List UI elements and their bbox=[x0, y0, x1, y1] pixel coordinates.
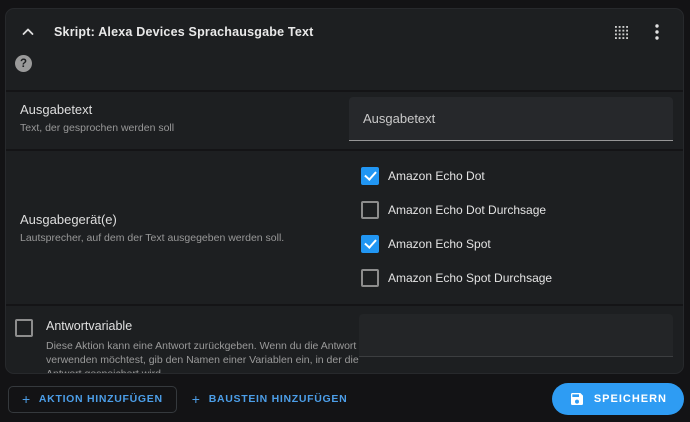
chevron-up-icon bbox=[21, 25, 35, 39]
save-floppy-icon bbox=[569, 391, 585, 407]
footer-actions: + AKTION HINZUFÜGEN + BAUSTEIN HINZUFÜGE… bbox=[8, 383, 684, 415]
ausgabegeraete-label: Ausgabegerät(e) bbox=[20, 212, 349, 227]
ausgabegeraete-labels: Ausgabegerät(e) Lautsprecher, auf dem de… bbox=[6, 151, 349, 304]
checkbox-label: Amazon Echo Spot bbox=[388, 237, 491, 251]
card-header: Skript: Alexa Devices Sprachausgabe Text bbox=[6, 9, 683, 45]
ausgabetext-field-wrap bbox=[349, 92, 673, 149]
antwortvariable-field-wrap bbox=[359, 306, 673, 373]
plus-icon: + bbox=[22, 391, 31, 407]
kebab-menu-icon bbox=[655, 24, 659, 40]
checkbox-label: Amazon Echo Spot Durchsage bbox=[388, 271, 552, 285]
checkbox-echo-spot-durchsage[interactable] bbox=[361, 269, 379, 287]
row-antwortvariable: Antwortvariable Diese Aktion kann eine A… bbox=[6, 304, 683, 373]
save-label: SPEICHERN bbox=[594, 393, 667, 405]
ausgabetext-label: Ausgabetext bbox=[20, 102, 349, 117]
ausgabetext-description: Text, der gesprochen werden soll bbox=[20, 122, 349, 134]
add-action-label: AKTION HINZUFÜGEN bbox=[39, 393, 163, 405]
collapse-button[interactable] bbox=[16, 20, 40, 44]
ausgabetext-input[interactable] bbox=[349, 97, 673, 140]
antwortvariable-description: Diese Aktion kann eine Antwort zurückgeb… bbox=[46, 339, 359, 374]
overflow-menu-button[interactable] bbox=[645, 20, 669, 44]
ausgabetext-textfield bbox=[349, 97, 673, 141]
row-ausgabegeraete: Ausgabegerät(e) Lautsprecher, auf dem de… bbox=[6, 149, 683, 304]
checkbox-label: Amazon Echo Dot bbox=[388, 169, 485, 183]
add-module-label: BAUSTEIN HINZUFÜGEN bbox=[209, 393, 348, 405]
device-option-echo-spot[interactable]: Amazon Echo Spot bbox=[361, 235, 673, 253]
drag-grid-icon bbox=[615, 26, 628, 39]
checkbox-echo-dot-durchsage[interactable] bbox=[361, 201, 379, 219]
antwortvariable-label: Antwortvariable bbox=[46, 319, 359, 333]
row-ausgabetext: Ausgabetext Text, der gesprochen werden … bbox=[6, 90, 683, 149]
device-option-echo-dot-durchsage[interactable]: Amazon Echo Dot Durchsage bbox=[361, 201, 673, 219]
device-option-echo-spot-durchsage[interactable]: Amazon Echo Spot Durchsage bbox=[361, 269, 673, 287]
ausgabetext-labels: Ausgabetext Text, der gesprochen werden … bbox=[6, 92, 349, 149]
checkbox-echo-dot[interactable] bbox=[361, 167, 379, 185]
antwortvariable-texts: Antwortvariable Diese Aktion kann eine A… bbox=[46, 319, 359, 373]
device-option-echo-dot[interactable]: Amazon Echo Dot bbox=[361, 167, 673, 185]
help-icon[interactable]: ? bbox=[15, 55, 32, 72]
device-checkbox-list: Amazon Echo Dot Amazon Echo Dot Durchsag… bbox=[349, 151, 673, 304]
antwortvariable-input-disabled bbox=[359, 314, 673, 357]
ausgabegeraete-description: Lautsprecher, auf dem der Text ausgegebe… bbox=[20, 232, 349, 244]
plus-icon: + bbox=[192, 391, 201, 407]
card-title: Skript: Alexa Devices Sprachausgabe Text bbox=[54, 25, 314, 39]
add-action-button[interactable]: + AKTION HINZUFÜGEN bbox=[8, 386, 177, 413]
script-card: Skript: Alexa Devices Sprachausgabe Text bbox=[5, 8, 684, 374]
drag-grid-button[interactable] bbox=[609, 20, 633, 44]
script-editor-screen: Skript: Alexa Devices Sprachausgabe Text bbox=[0, 0, 690, 422]
help-row: ? bbox=[6, 45, 683, 90]
header-icons bbox=[609, 20, 669, 44]
save-button[interactable]: SPEICHERN bbox=[552, 383, 684, 415]
add-module-button[interactable]: + BAUSTEIN HINZUFÜGEN bbox=[180, 386, 360, 413]
antwortvariable-left: Antwortvariable Diese Aktion kann eine A… bbox=[6, 306, 359, 373]
checkbox-echo-spot[interactable] bbox=[361, 235, 379, 253]
checkbox-label: Amazon Echo Dot Durchsage bbox=[388, 203, 546, 217]
checkbox-antwortvariable[interactable] bbox=[15, 319, 33, 337]
